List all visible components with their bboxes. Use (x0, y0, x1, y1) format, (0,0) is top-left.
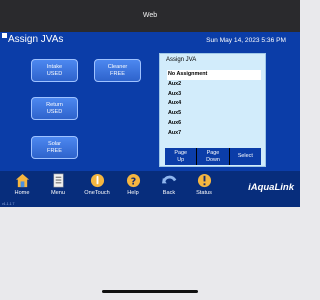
nav-onetouch[interactable]: OneTouch (77, 173, 117, 196)
nav-back[interactable]: Back (149, 173, 189, 196)
cleaner-label: Cleaner (107, 64, 128, 70)
list-item-aux6[interactable]: Aux6 (167, 119, 261, 129)
browser-title: Web (142, 12, 158, 19)
nav-status[interactable]: Status (184, 173, 224, 196)
panel-button-row: Page Up Page Down Select (165, 148, 261, 165)
page-up-button[interactable]: Page Up (165, 148, 197, 165)
select-label: Select (237, 153, 253, 159)
home-indicator[interactable] (102, 290, 198, 293)
page-title: Assign JVAs (8, 34, 64, 45)
return-status: USED (46, 109, 63, 115)
onetouch-icon (90, 173, 104, 188)
status-info-icon (197, 173, 211, 188)
list-item-aux3[interactable]: Aux3 (167, 90, 261, 100)
nav-menu[interactable]: Menu (38, 173, 78, 196)
page-down-button[interactable]: Page Down (197, 148, 229, 165)
list-item-aux7[interactable]: Aux7 (167, 129, 261, 139)
list-item-no-assignment[interactable]: No Assignment (167, 70, 261, 80)
return-button[interactable]: Return USED (31, 97, 78, 120)
nav-menu-label: Menu (51, 190, 65, 196)
corner-square-icon (2, 33, 7, 38)
return-label: Return (46, 102, 63, 108)
nav-onetouch-label: OneTouch (84, 190, 110, 196)
page-down-line2: Down (206, 156, 220, 163)
date-time: Sun May 14, 2023 5:36 PM (206, 37, 286, 44)
nav-home[interactable]: Home (2, 173, 42, 196)
list-item-aux2[interactable]: Aux2 (167, 80, 261, 90)
panel-title: Assign JVA (166, 57, 197, 63)
assign-jva-panel: Assign JVA No Assignment Aux2 Aux3 Aux4 … (159, 53, 266, 167)
svg-text:?: ? (130, 176, 135, 187)
cleaner-status: FREE (110, 71, 125, 77)
page-up-line1: Page (174, 149, 187, 156)
solar-button[interactable]: Solar FREE (31, 136, 78, 159)
iaqualink-logo: iAquaLink (248, 182, 294, 193)
nav-help[interactable]: ? Help (113, 173, 153, 196)
assignment-list: No Assignment Aux2 Aux3 Aux4 Aux5 Aux6 A… (167, 70, 261, 139)
nav-help-label: Help (127, 190, 139, 196)
solar-status: FREE (47, 148, 62, 154)
select-button[interactable]: Select (229, 148, 261, 165)
menu-list-icon (53, 173, 63, 188)
page-up-line2: Up (177, 156, 185, 163)
back-arrow-icon (161, 175, 176, 184)
nav-status-label: Status (196, 190, 212, 196)
list-item-aux4[interactable]: Aux4 (167, 99, 261, 109)
solar-label: Solar (47, 141, 62, 147)
intake-button[interactable]: Intake USED (31, 59, 78, 82)
help-icon: ? (126, 173, 140, 187)
intake-label: Intake (46, 64, 63, 70)
version-text: v1.1.1 7 (2, 202, 15, 206)
intake-status: USED (46, 71, 63, 77)
list-item-aux5[interactable]: Aux5 (167, 109, 261, 119)
home-icon (15, 173, 29, 188)
browser-title-bar: Web (0, 0, 300, 32)
bottom-nav: Home Menu OneTouch ? Help Back Status iA… (0, 171, 300, 207)
nav-home-label: Home (14, 190, 30, 196)
aqualink-screen: Assign JVAs Sun May 14, 2023 5:36 PM Int… (0, 32, 300, 207)
nav-back-label: Back (162, 190, 176, 196)
page-down-line1: Page (206, 149, 220, 156)
cleaner-button[interactable]: Cleaner FREE (94, 59, 141, 82)
